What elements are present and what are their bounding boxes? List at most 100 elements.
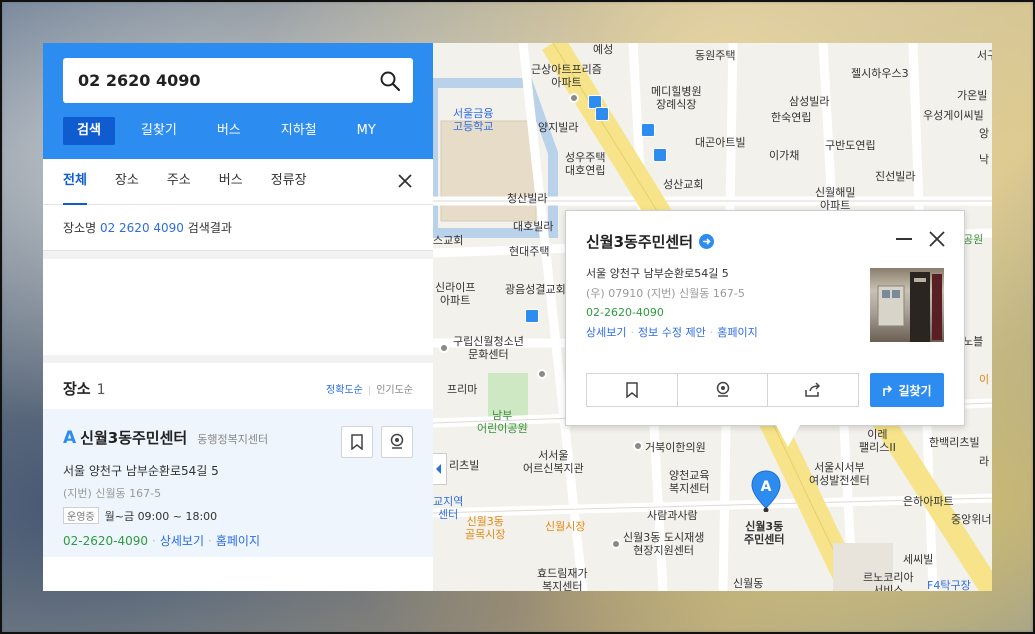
homepage-link[interactable]: 홈페이지 xyxy=(216,534,260,548)
place-address: 서울 양천구 남부순환로54길 5 xyxy=(63,464,219,478)
map-label: 메디힐병원 장례식장 xyxy=(651,85,702,111)
map-label: 성산교회 xyxy=(663,178,704,191)
tab-my[interactable]: MY xyxy=(343,117,390,145)
map-label: 낙 xyxy=(979,153,990,166)
route-button[interactable]: 길찾기 xyxy=(870,373,944,407)
filter-stop[interactable]: 정류장 xyxy=(271,159,307,205)
map-label: 은하아파트 xyxy=(903,495,954,508)
map-label: 청산빌라 xyxy=(507,192,548,205)
map-label: 앙 xyxy=(979,127,990,140)
map-label: 성우주택 대호연립 xyxy=(565,151,606,177)
place-category: 동행정복지센터 xyxy=(197,433,269,446)
place-photo[interactable] xyxy=(870,268,944,342)
filter-all[interactable]: 전체 xyxy=(63,159,87,205)
location-pin-icon: A xyxy=(751,470,781,513)
popup-roadview-button[interactable] xyxy=(678,374,769,406)
poi-marker[interactable] xyxy=(569,93,579,103)
arrow-right-icon[interactable] xyxy=(699,234,715,249)
map-label: 젤시하우스3 xyxy=(851,67,909,80)
popup-action-bar xyxy=(586,373,859,407)
search-input[interactable] xyxy=(78,58,368,103)
popup-homepage-link[interactable]: 홈페이지 xyxy=(717,326,757,339)
tab-bus[interactable]: 버스 xyxy=(203,117,255,145)
map-label: 이가채 xyxy=(769,149,800,162)
popup-address: 서울 양천구 남부순환로54길 5 xyxy=(586,267,729,280)
search-box xyxy=(63,58,413,103)
close-icon[interactable] xyxy=(397,173,413,189)
map-label: 양지빌라 xyxy=(538,121,579,134)
map-label: 구반도연립 xyxy=(825,139,876,152)
popup-bookmark-button[interactable] xyxy=(587,374,678,406)
map-label: 진선빌라 xyxy=(875,170,916,183)
filter-bus[interactable]: 버스 xyxy=(219,159,243,205)
result-query: 02 2620 4090 xyxy=(99,221,184,235)
sort-accuracy[interactable]: 정확도순 xyxy=(326,385,363,396)
search-icon[interactable] xyxy=(379,70,401,92)
filter-place[interactable]: 장소 xyxy=(115,159,139,205)
search-panel: 검색 길찾기 버스 지하철 MY 전체 장소 주소 버스 정류장 장소명 02 … xyxy=(43,43,433,591)
result-suffix: 검색결과 xyxy=(187,221,232,235)
place-name[interactable]: 신월3동주민센터 xyxy=(80,427,187,448)
place-links: 02-2620-4090 · 상세보기 · 홈페이지 xyxy=(63,534,261,548)
popup-detail-link[interactable]: 상세보기 xyxy=(586,326,626,339)
section-count: 1 xyxy=(96,382,106,398)
place-result-card[interactable]: A 신월3동주민센터 동행정복지센터 서울 양천구 남부순환로54길 5 (지번… xyxy=(43,409,433,557)
map-label: 교지역 센터 xyxy=(433,495,464,521)
map-label: 우성게이씨빌 xyxy=(923,109,984,122)
ad-space xyxy=(43,251,433,363)
place-lot-address: (지번) 신월동 167-5 xyxy=(63,487,162,500)
svg-text:A: A xyxy=(761,479,772,495)
detail-link[interactable]: 상세보기 xyxy=(160,534,204,548)
result-filter-tabs: 전체 장소 주소 버스 정류장 xyxy=(43,159,433,205)
tab-search[interactable]: 검색 xyxy=(63,117,115,145)
popup-title[interactable]: 신월3동주민센터 xyxy=(586,231,715,252)
bus-stop-icon[interactable] xyxy=(653,148,667,162)
bookmark-icon xyxy=(626,382,638,398)
place-phone: 02-2620-4090 xyxy=(63,534,149,548)
close-icon[interactable] xyxy=(928,230,946,248)
bus-stop-icon[interactable] xyxy=(595,107,609,121)
roadview-button[interactable] xyxy=(381,426,413,458)
map-label: 세씨빌 xyxy=(903,553,934,566)
poi-marker[interactable] xyxy=(633,441,643,451)
map-label: 스교회 xyxy=(433,234,464,247)
popup-lot-address: (우) 07910 (지번) 신월동 167-5 xyxy=(586,287,745,300)
map-label: 신월3동 도시재생 현장지원센터 xyxy=(623,531,705,557)
place-marker[interactable]: A xyxy=(750,470,782,513)
roadview-icon xyxy=(390,433,404,449)
bus-stop-icon[interactable] xyxy=(641,123,655,137)
minimize-icon[interactable] xyxy=(896,238,912,240)
bookmark-button[interactable] xyxy=(341,426,373,458)
map-label: 노블 xyxy=(963,335,984,348)
map-label: 대곤아트빌 xyxy=(695,136,746,149)
filter-address[interactable]: 주소 xyxy=(167,159,191,205)
bus-stop-icon[interactable] xyxy=(525,309,539,323)
map-label: 대호빌라 xyxy=(513,220,554,233)
popup-phone: 02-2620-4090 xyxy=(586,306,664,319)
map-label: 현대주택 xyxy=(509,245,550,258)
map-label: 중앙위너 xyxy=(951,513,992,526)
roadview-icon xyxy=(716,381,729,397)
popup-edit-link[interactable]: 정보 수정 제안 xyxy=(638,326,706,339)
poi-marker[interactable] xyxy=(439,343,449,353)
map-label: 르노코리아 서비스 xyxy=(863,571,914,591)
map-label: 예성 xyxy=(593,43,614,56)
place-info-popup: 신월3동주민센터 서울 양천구 남부순환로54길 5 (우) 07910 (지번… xyxy=(565,210,965,447)
map-label: 서서울 어르신복지관 xyxy=(523,449,584,475)
collapse-panel-button[interactable] xyxy=(433,453,447,485)
poi-marker[interactable] xyxy=(537,369,547,379)
map-label: 한숙연립 xyxy=(771,111,812,124)
tab-directions[interactable]: 길찾기 xyxy=(127,117,191,145)
poi-marker[interactable] xyxy=(611,539,621,549)
result-prefix: 장소명 xyxy=(63,221,97,235)
tab-subway[interactable]: 지하철 xyxy=(267,117,331,145)
map-label: 공원 xyxy=(963,233,984,246)
map-label: 신월시장 xyxy=(545,520,586,533)
map-label: 신월해밀 아파트 xyxy=(815,186,856,212)
sort-popular[interactable]: 인기도순 xyxy=(376,385,413,396)
map-label: 사람과사람 xyxy=(647,509,698,522)
map-label: 서구 xyxy=(977,49,992,62)
popup-share-button[interactable] xyxy=(768,374,858,406)
hours-text: 월~금 09:00 ~ 18:00 xyxy=(104,509,218,523)
place-letter: A xyxy=(63,428,77,448)
